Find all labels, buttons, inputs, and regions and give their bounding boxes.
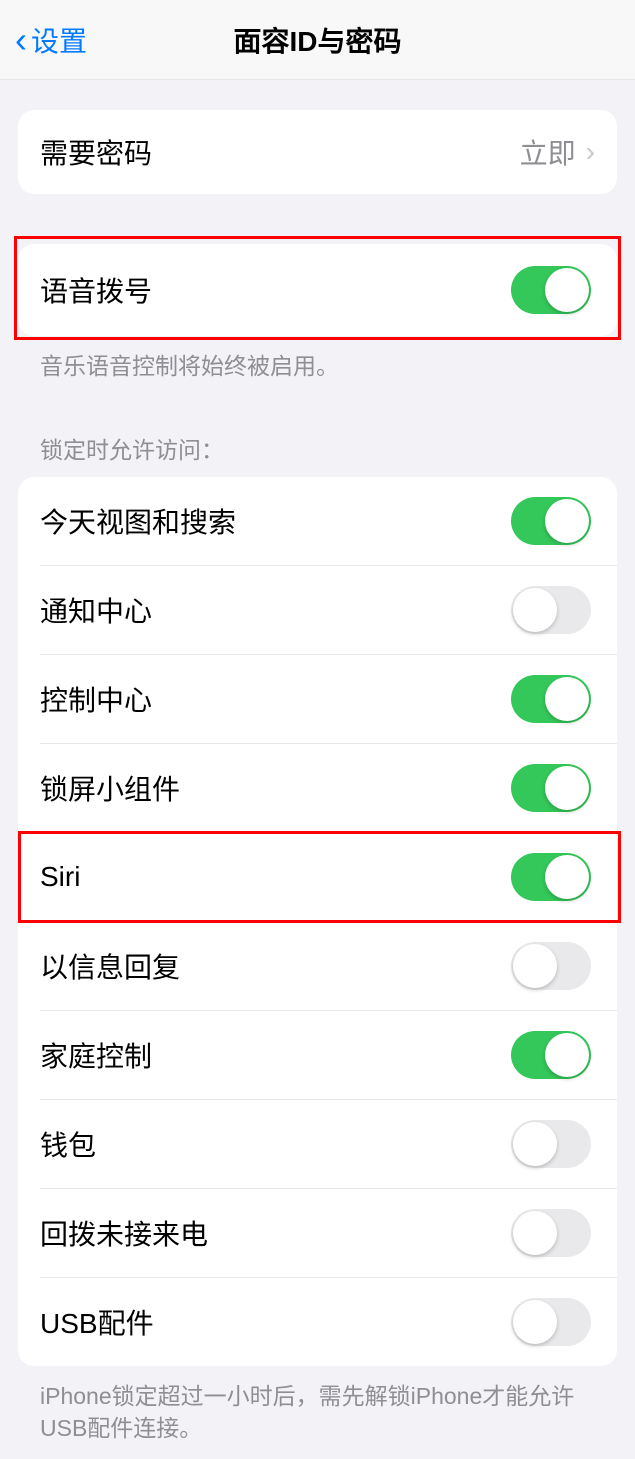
usb-accessories-row: USB配件 xyxy=(40,1277,617,1366)
notification-center-row: 通知中心 xyxy=(40,565,617,654)
wallet-toggle[interactable] xyxy=(511,1120,591,1168)
passcode-section: 需要密码 立即 › xyxy=(18,110,617,194)
require-passcode-label: 需要密码 xyxy=(40,132,520,172)
reply-message-label: 以信息回复 xyxy=(40,946,511,986)
voice-dial-label: 语音拨号 xyxy=(40,270,511,310)
home-control-row: 家庭控制 xyxy=(40,1010,617,1099)
reply-message-toggle[interactable] xyxy=(511,942,591,990)
toggle-knob xyxy=(545,677,589,721)
toggle-knob xyxy=(545,855,589,899)
home-control-label: 家庭控制 xyxy=(40,1035,511,1075)
lock-widgets-row: 锁屏小组件 xyxy=(40,743,617,832)
usb-accessories-label: USB配件 xyxy=(40,1302,511,1342)
lock-section: 今天视图和搜索 通知中心 控制中心 锁屏小组件 Siri 以信息回复 家庭控制 xyxy=(18,477,617,1366)
siri-row: Siri xyxy=(40,832,617,921)
reply-message-row: 以信息回复 xyxy=(40,921,617,1010)
control-center-label: 控制中心 xyxy=(40,679,511,719)
navigation-header: ‹ 设置 面容ID与密码 xyxy=(0,0,635,80)
home-control-toggle[interactable] xyxy=(511,1031,591,1079)
toggle-knob xyxy=(513,588,557,632)
today-view-row: 今天视图和搜索 xyxy=(18,477,617,565)
wallet-label: 钱包 xyxy=(40,1124,511,1164)
today-view-toggle[interactable] xyxy=(511,497,591,545)
lock-section-footer: iPhone锁定超过一小时后，需先解锁iPhone才能允许USB配件连接。 xyxy=(18,1366,617,1458)
usb-accessories-toggle[interactable] xyxy=(511,1298,591,1346)
chevron-left-icon: ‹ xyxy=(15,22,27,58)
notification-center-label: 通知中心 xyxy=(40,590,511,630)
return-calls-label: 回拨未接来电 xyxy=(40,1213,511,1253)
today-view-label: 今天视图和搜索 xyxy=(40,501,511,541)
lock-widgets-toggle[interactable] xyxy=(511,764,591,812)
toggle-knob xyxy=(545,499,589,543)
toggle-knob xyxy=(545,1033,589,1077)
toggle-knob xyxy=(513,1122,557,1166)
control-center-row: 控制中心 xyxy=(40,654,617,743)
toggle-knob xyxy=(513,1300,557,1344)
back-button[interactable]: ‹ 设置 xyxy=(15,20,87,60)
wallet-row: 钱包 xyxy=(40,1099,617,1188)
voice-dial-toggle[interactable] xyxy=(511,266,591,314)
lock-section-header: 锁定时允许访问： xyxy=(18,396,617,477)
control-center-toggle[interactable] xyxy=(511,675,591,723)
toggle-knob xyxy=(545,268,589,312)
return-calls-row: 回拨未接来电 xyxy=(40,1188,617,1277)
toggle-knob xyxy=(513,944,557,988)
require-passcode-value: 立即 xyxy=(520,132,576,172)
siri-label: Siri xyxy=(40,861,511,893)
page-title: 面容ID与密码 xyxy=(15,20,620,60)
voice-dial-row: 语音拨号 xyxy=(18,244,617,336)
notification-center-toggle[interactable] xyxy=(511,586,591,634)
toggle-knob xyxy=(545,766,589,810)
return-calls-toggle[interactable] xyxy=(511,1209,591,1257)
require-passcode-row[interactable]: 需要密码 立即 › xyxy=(18,110,617,194)
chevron-right-icon: › xyxy=(586,136,595,168)
back-label: 设置 xyxy=(31,20,87,60)
lock-widgets-label: 锁屏小组件 xyxy=(40,768,511,808)
voice-section-footer: 音乐语音控制将始终被启用。 xyxy=(18,336,617,396)
siri-toggle[interactable] xyxy=(511,853,591,901)
toggle-knob xyxy=(513,1211,557,1255)
voice-section: 语音拨号 xyxy=(18,244,617,336)
